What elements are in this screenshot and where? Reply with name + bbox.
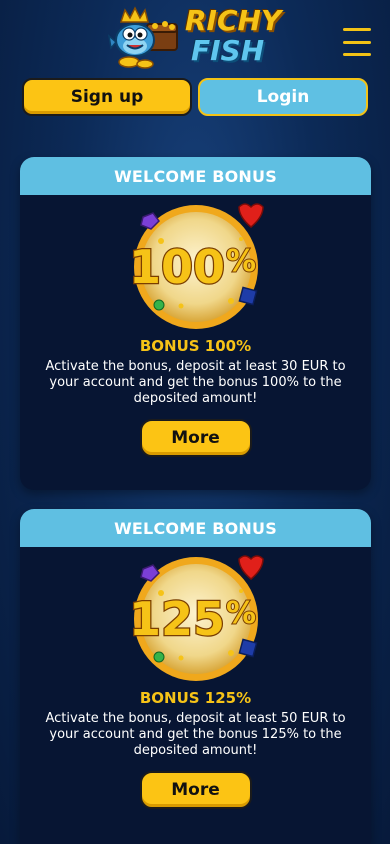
site-header: RICHY FISH: [0, 0, 390, 74]
bonus-title: BONUS 125%: [139, 689, 252, 707]
coin-value: 125: [128, 592, 224, 646]
hamburger-menu-icon[interactable]: [343, 28, 371, 56]
gold-bonus-coin-icon: 125 %: [126, 555, 266, 685]
bonus-card-header: WELCOME BONUS: [20, 509, 371, 547]
bonus-card: WELCOME BONUS 100 % BONUS 100% Activate …: [20, 157, 371, 490]
login-button[interactable]: Login: [198, 78, 368, 116]
coin-unit: %: [225, 244, 255, 279]
fish-mascot-icon: [107, 6, 178, 69]
gold-bonus-coin-icon: 100 %: [126, 203, 266, 333]
signup-button[interactable]: Sign up: [22, 78, 192, 116]
bonus-description: Activate the bonus, deposit at least 50 …: [45, 711, 346, 758]
bonus-card-header: WELCOME BONUS: [20, 157, 371, 195]
bonus-title: BONUS 100%: [139, 337, 252, 355]
auth-buttons: Sign up Login: [22, 78, 368, 116]
more-button[interactable]: More: [139, 419, 252, 457]
coin-unit: %: [225, 596, 255, 631]
logo-line-2: FISH: [191, 34, 265, 67]
richy-fish-logo[interactable]: RICHY FISH: [107, 2, 287, 70]
logo-line-1: RICHY: [185, 4, 282, 37]
more-button[interactable]: More: [139, 771, 252, 809]
bonus-description: Activate the bonus, deposit at least 30 …: [45, 359, 346, 406]
logo-text: RICHY FISH: [185, 6, 289, 66]
coin-value: 100: [128, 240, 224, 294]
bonus-card: WELCOME BONUS 125 % BONUS 125% Activate …: [20, 509, 371, 844]
